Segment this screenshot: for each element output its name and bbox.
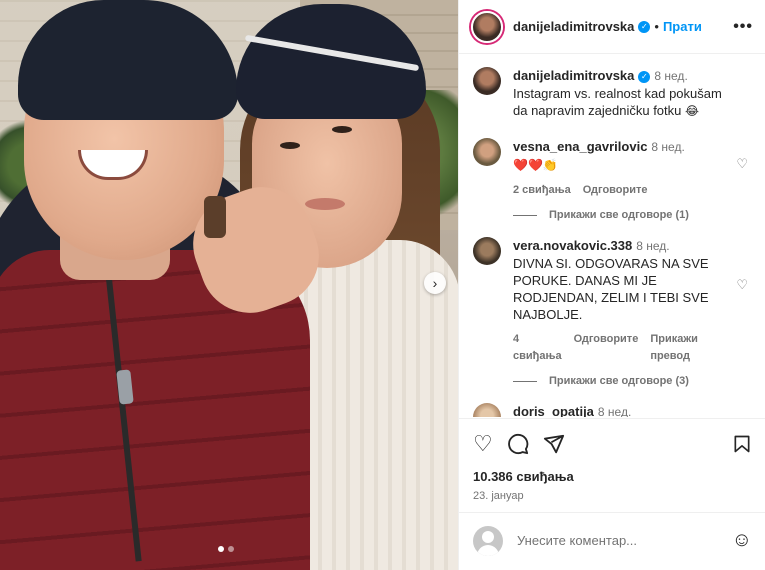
chevron-right-icon[interactable]: › <box>424 272 446 294</box>
comment-text: ❤️❤️👏 <box>513 158 558 172</box>
verified-badge-icon: ✓ <box>638 70 651 83</box>
comment-likes[interactable]: 2 свиђања <box>513 182 571 199</box>
comment-username[interactable]: doris_opatija <box>513 404 594 417</box>
view-replies[interactable]: Прикажи све одговоре (1) <box>513 209 752 221</box>
carousel-dot <box>228 546 234 552</box>
view-replies[interactable]: Прикажи све одговоре (3) <box>513 375 752 387</box>
post-photo[interactable]: › <box>0 0 458 570</box>
comment-time[interactable]: 8 нед. <box>651 140 684 154</box>
comment-icon[interactable] <box>507 433 529 455</box>
caption-avatar[interactable] <box>473 67 501 95</box>
author-avatar[interactable] <box>471 10 503 43</box>
replies-line <box>513 380 537 382</box>
verified-badge-icon: ✓ <box>638 20 651 33</box>
comment-time[interactable]: 8 нед. <box>636 239 669 253</box>
reply-button[interactable]: Одговорите <box>574 331 639 365</box>
header-separator: • <box>654 19 659 34</box>
carousel-dots <box>218 546 234 552</box>
share-icon[interactable] <box>543 433 565 455</box>
post-header: danijeladimitrovska ✓ • Прати ••• <box>459 0 765 54</box>
reply-button[interactable]: Одговорите <box>583 182 648 199</box>
action-icons: ♡ <box>473 431 752 457</box>
comment-avatar[interactable] <box>473 237 501 265</box>
wrist-watch <box>204 196 226 238</box>
user-avatar <box>473 525 503 556</box>
post-date[interactable]: 23. јануар <box>473 490 752 502</box>
bookmark-icon[interactable] <box>732 433 752 455</box>
view-replies-label[interactable]: Прикажи све одговоре (3) <box>549 375 689 387</box>
comment-heart-icon[interactable]: ♡ <box>736 156 748 172</box>
comment-item: doris_opatija 8 нед. <box>473 403 752 417</box>
comment-time[interactable]: 8 нед. <box>598 405 631 417</box>
woman-lips <box>305 198 345 210</box>
add-comment-bar: ☺ <box>459 512 765 568</box>
woman-eye-right <box>332 126 352 133</box>
comment-heart-icon[interactable]: ♡ <box>736 277 748 293</box>
view-replies-label[interactable]: Прикажи све одговоре (1) <box>549 209 689 221</box>
comments-list[interactable]: danijeladimitrovska ✓ 8 нед. Instagram vs.… <box>459 55 765 417</box>
comment-avatar[interactable] <box>473 138 501 166</box>
comment-text: DIVNA SI. ODGOVARAS NA SVE PORUKE. DANAS… <box>513 256 709 322</box>
heart-icon[interactable]: ♡ <box>473 431 493 457</box>
carousel-dot-active <box>218 546 224 552</box>
comment-item: vesna_ena_gavrilovic 8 нед. ❤️❤️👏 2 свиђа… <box>473 138 752 199</box>
caption-time[interactable]: 8 нед. <box>654 69 687 83</box>
emoji-icon[interactable]: ☺ <box>732 529 752 552</box>
caption-username[interactable]: danijeladimitrovska <box>513 68 634 83</box>
woman-eye-left <box>280 142 300 149</box>
comment-username[interactable]: vera.novakovic.338 <box>513 238 632 253</box>
more-options-icon[interactable]: ••• <box>733 18 753 36</box>
post-actions: ♡ 10.386 свиђања 23. јануар <box>459 418 765 502</box>
post-side-panel: danijeladimitrovska ✓ • Прати ••• danije… <box>458 0 765 570</box>
likes-count[interactable]: 10.386 свиђања <box>473 469 752 484</box>
caption: danijeladimitrovska ✓ 8 нед. Instagram vs.… <box>473 67 752 120</box>
comment-input[interactable] <box>517 533 732 548</box>
caption-emoji: 😂 <box>685 104 700 118</box>
comment-item: vera.novakovic.338 8 нед. DIVNA SI. ODGOV… <box>473 237 752 365</box>
comment-likes[interactable]: 4 свиђања <box>513 331 562 365</box>
author-username[interactable]: danijeladimitrovska <box>513 19 634 34</box>
comment-avatar[interactable] <box>473 403 501 417</box>
replies-line <box>513 214 537 216</box>
translate-button[interactable]: Прикажи превод <box>650 331 726 365</box>
comment-username[interactable]: vesna_ena_gavrilovic <box>513 139 647 154</box>
follow-button[interactable]: Прати <box>663 19 702 34</box>
